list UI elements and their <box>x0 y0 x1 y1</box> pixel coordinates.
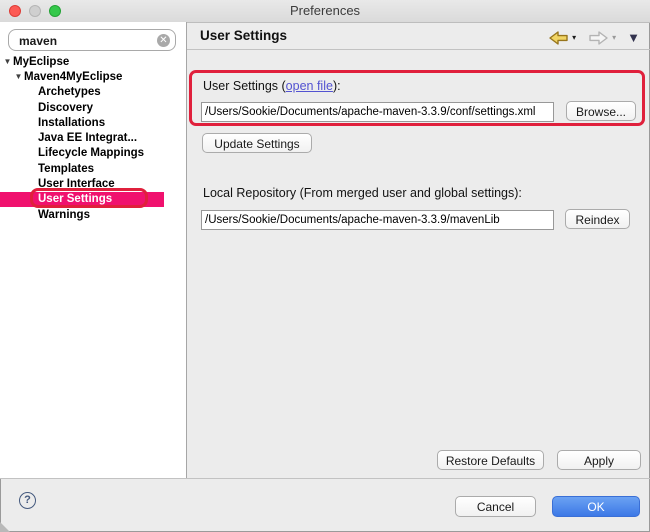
title-bar: Preferences <box>0 0 650 23</box>
update-settings-button[interactable]: Update Settings <box>202 133 312 153</box>
help-button[interactable]: ? <box>19 492 36 509</box>
panel-header: User Settings ▾ ▾ ▼ <box>187 22 650 50</box>
search-input[interactable] <box>17 32 156 50</box>
tree-item-myeclipse[interactable]: ▼ MyEclipse <box>0 54 186 69</box>
tree-item-maven4myeclipse[interactable]: ▼ Maven4MyEclipse <box>0 69 186 84</box>
tree-item-discovery[interactable]: Discovery <box>0 100 186 115</box>
forward-arrow-icon <box>588 31 609 45</box>
tree-item-user-interface[interactable]: User Interface <box>0 176 186 191</box>
clear-search-icon[interactable]: ✕ <box>157 34 170 47</box>
tree-item-lifecycle-mappings[interactable]: Lifecycle Mappings <box>0 146 186 161</box>
tree-item-installations[interactable]: Installations <box>0 115 186 130</box>
window-title: Preferences <box>0 0 650 22</box>
restore-defaults-button[interactable]: Restore Defaults <box>437 450 544 470</box>
chevron-down-icon[interactable]: ▼ <box>2 57 13 66</box>
tree-item-templates[interactable]: Templates <box>0 161 186 176</box>
tree-item-archetypes[interactable]: Archetypes <box>0 85 186 100</box>
page-title: User Settings <box>200 22 287 50</box>
settings-path-field[interactable] <box>201 102 554 122</box>
sidebar: ✕ ▼ MyEclipse ▼ Maven4MyEclipse Archetyp… <box>0 22 187 478</box>
back-dropdown-caret[interactable]: ▾ <box>572 34 576 42</box>
forward-dropdown-caret: ▾ <box>612 34 616 42</box>
preferences-tree: ▼ MyEclipse ▼ Maven4MyEclipse Archetypes… <box>0 54 186 222</box>
footer-divider <box>0 478 650 479</box>
tree-item-user-settings[interactable]: User Settings <box>0 192 164 207</box>
local-repository-field[interactable] <box>201 210 554 230</box>
view-menu-icon[interactable]: ▼ <box>627 30 640 45</box>
tree-item-java-ee-integration[interactable]: Java EE Integrat... <box>0 130 186 145</box>
apply-button[interactable]: Apply <box>557 450 641 470</box>
user-settings-label: User Settings (open file): <box>203 79 341 93</box>
local-repository-label: Local Repository (From merged user and g… <box>203 186 522 200</box>
reindex-button[interactable]: Reindex <box>565 209 630 229</box>
filter-search-box[interactable]: ✕ <box>8 29 176 51</box>
browse-button[interactable]: Browse... <box>566 101 636 121</box>
back-arrow-icon[interactable] <box>548 31 569 45</box>
open-file-link[interactable]: open file <box>286 79 333 93</box>
chevron-down-icon[interactable]: ▼ <box>13 72 24 81</box>
preferences-window: Preferences ✕ ▼ MyEclipse ▼ Maven4MyEcli… <box>0 0 650 532</box>
resize-grip[interactable] <box>0 522 10 532</box>
tree-item-warnings[interactable]: Warnings <box>0 207 186 222</box>
ok-button[interactable]: OK <box>552 496 640 517</box>
cancel-button[interactable]: Cancel <box>455 496 536 517</box>
